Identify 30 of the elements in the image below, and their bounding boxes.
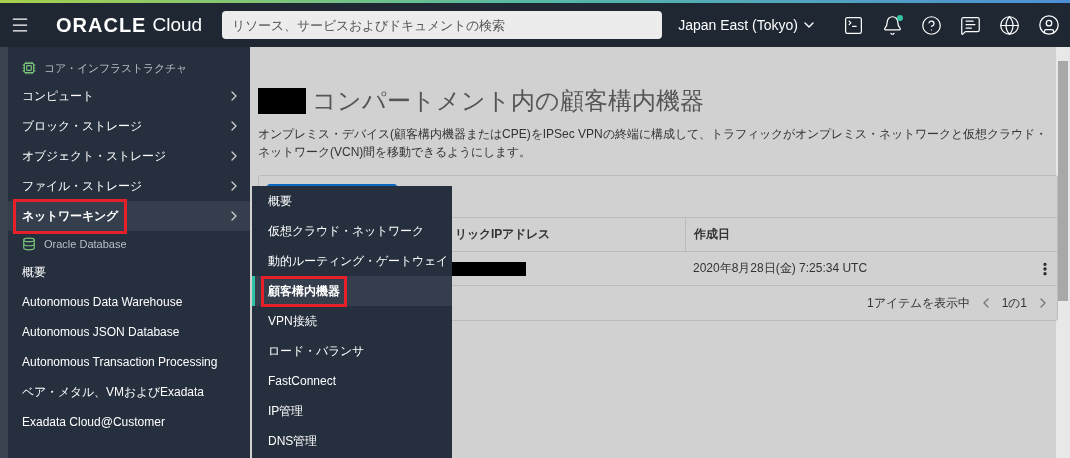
submenu-item[interactable]: ロード・バランサ xyxy=(252,336,452,366)
submenu-item[interactable]: 顧客構内機器 xyxy=(252,276,452,306)
section-label: Oracle Database xyxy=(44,238,127,250)
sidebar-item[interactable]: Autonomous Data Warehouse xyxy=(8,287,250,317)
submenu-item[interactable]: 概要 xyxy=(252,186,452,216)
sidebar-item[interactable]: ベア・メタル、VMおよびExadata xyxy=(8,377,250,407)
sidebar-item[interactable]: Autonomous Transaction Processing xyxy=(8,347,250,377)
item-count: 1アイテムを表示中 xyxy=(866,294,970,312)
region-selector[interactable]: Japan East (Tokyo) xyxy=(672,16,823,34)
section-label: コア・インフラストラクチャ xyxy=(44,60,187,76)
submenu-item[interactable]: FastConnect xyxy=(252,366,452,396)
column-header: 作成日 xyxy=(685,218,1057,252)
page-description: オンプレミス・デバイス(顧客構内機器またはCPE)をIPSec VPNの終端に構成して、トラフィックがオンプレミス・ネットワークと仮想クラウド・ネットワーク(VCN)間を移動できるようにします。 xyxy=(258,126,1048,161)
sidebar-item[interactable]: Exadata Cloud@Customer xyxy=(8,407,250,437)
search-field[interactable]: リソース、サービスおよびドキュメントの検索 xyxy=(222,11,663,39)
table-cell: 2020年8月28日(金) 7:25:34 UTC xyxy=(693,260,868,277)
product-name: Cloud xyxy=(152,14,203,36)
sidebar-item[interactable]: Autonomous JSON Database xyxy=(8,317,250,347)
page-indicator: 1の1 xyxy=(1001,294,1027,312)
submenu-item[interactable]: VPN接続 xyxy=(252,306,452,336)
sidebar-item[interactable]: ネットワーキング xyxy=(8,201,250,231)
sidebar-item[interactable]: オブジェクト・ストレージ xyxy=(8,141,250,171)
sidebar-item[interactable]: ブロック・ストレージ xyxy=(8,111,250,141)
submenu-item[interactable]: DNS管理 xyxy=(252,426,452,456)
submenu-item[interactable]: IP管理 xyxy=(252,396,452,426)
sidebar-item[interactable]: ファイル・ストレージ xyxy=(8,171,250,201)
page-title: コンパートメント内の顧客構内機器 xyxy=(312,86,704,116)
logo: ORACLE xyxy=(56,13,147,37)
sidebar-item[interactable]: コンピュート xyxy=(8,81,250,111)
sidebar-item[interactable]: 概要 xyxy=(8,257,250,287)
